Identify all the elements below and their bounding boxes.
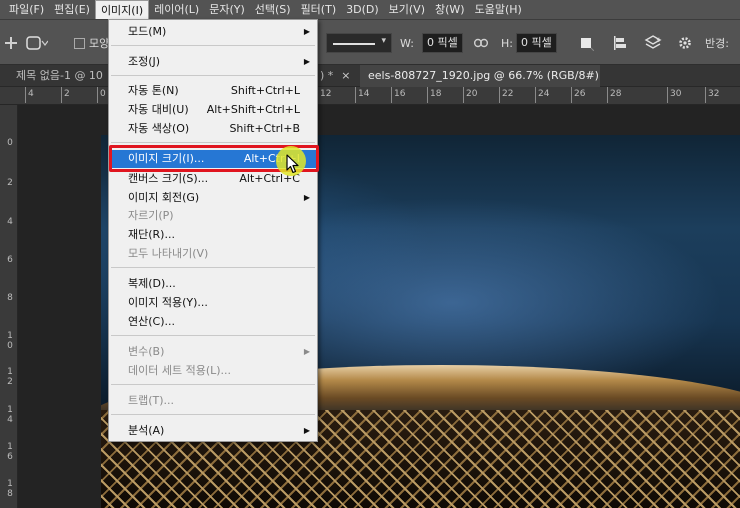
menu-type[interactable]: 문자(Y) [204, 0, 250, 19]
menu-item-image-size[interactable]: 이미지 크기(I)... Alt+Ctrl+I [109, 150, 317, 168]
menu-item-apply-image[interactable]: 이미지 적용(Y)... [109, 294, 317, 312]
menu-image[interactable]: 이미지(I) [94, 0, 150, 19]
ruler-tick: 28 [606, 87, 622, 103]
tab-title: ) * [320, 69, 334, 82]
menu-item-variables[interactable]: 변수(B) ▶ [109, 343, 317, 361]
ruler-tick: 8 [7, 293, 13, 303]
menu-item-adjustments[interactable]: 조정(J) ▶ [109, 53, 317, 71]
ruler-tick: 32 [704, 87, 720, 103]
close-icon[interactable]: × [341, 69, 350, 82]
height-field[interactable]: 0 픽셀 [516, 33, 557, 53]
menu-separator [111, 335, 315, 336]
width-field-wrap: 0 픽셀 [422, 20, 463, 66]
submenu-arrow-icon: ▶ [303, 193, 310, 202]
shape-option-checkbox[interactable]: 모양 [74, 20, 109, 66]
link-icon[interactable] [474, 20, 488, 66]
menu-item-auto-color[interactable]: 자동 색상(O) Shift+Ctrl+B [109, 120, 317, 138]
image-menu-dropdown: 모드(M) ▶ 조정(J) ▶ 자동 톤(N) Shift+Ctrl+L 자동 대비(… [108, 19, 318, 442]
menu-layer[interactable]: 레이어(L) [149, 0, 204, 19]
menu-item-auto-tone[interactable]: 자동 톤(N) Shift+Ctrl+L [109, 82, 317, 100]
menu-3d[interactable]: 3D(D) [341, 0, 384, 19]
menu-item-apply-data-set[interactable]: 데이터 세트 적용(L)... [109, 362, 317, 380]
ruler-tick: 24 [534, 87, 550, 103]
menu-item-image-rotation[interactable]: 이미지 회전(G) ▶ [109, 189, 317, 207]
menu-view[interactable]: 보기(V) [384, 0, 430, 19]
shortcut-label: Alt+Ctrl+C [239, 172, 300, 185]
submenu-arrow-icon: ▶ [303, 347, 310, 356]
shortcut-label: Alt+Shift+Ctrl+L [206, 103, 300, 116]
height-label: H: [501, 36, 513, 50]
menu-item-canvas-size[interactable]: 캔버스 크기(S)... Alt+Ctrl+C [109, 170, 317, 188]
width-field[interactable]: 0 픽셀 [422, 33, 463, 53]
stroke-style-dropdown[interactable]: ▾ [326, 20, 392, 66]
ruler-tick: 18 [7, 479, 13, 499]
menu-item-crop[interactable]: 자르기(P) [109, 207, 317, 225]
tab-untitled-1[interactable]: 제목 없음-1 @ 10 [8, 65, 112, 87]
path-alignment-icon[interactable] [612, 20, 628, 66]
menu-item-calculations[interactable]: 연산(C)... [109, 313, 317, 331]
ruler-tick: 0 [7, 138, 13, 148]
height-field-wrap: 0 픽셀 [516, 20, 557, 66]
ruler-tick: 12 [316, 87, 332, 103]
menu-edit[interactable]: 편집(E) [49, 0, 95, 19]
menu-separator [111, 142, 315, 143]
menu-bar: 파일(F) 편집(E) 이미지(I) 레이어(L) 문자(Y) 선택(S) 필터… [0, 0, 740, 19]
menu-help[interactable]: 도움말(H) [470, 0, 527, 19]
ruler-tick: 16 [390, 87, 406, 103]
ruler-tick: 14 [354, 87, 370, 103]
shortcut-label: Shift+Ctrl+B [229, 122, 300, 135]
menu-item-duplicate[interactable]: 복제(D)... [109, 275, 317, 293]
ruler-tick: 2 [61, 87, 70, 103]
tab-untitled-2[interactable]: ) * × [318, 65, 358, 87]
ruler-tick: 4 [25, 87, 34, 103]
width-label: W: [400, 36, 414, 50]
menu-separator [111, 414, 315, 415]
menu-item-mode[interactable]: 모드(M) ▶ [109, 23, 317, 41]
menu-item-trim[interactable]: 재단(R)... [109, 226, 317, 244]
tool-preset-icon[interactable] [4, 20, 18, 66]
ruler-tick: 30 [666, 87, 682, 103]
menu-separator [111, 384, 315, 385]
menu-separator [111, 45, 315, 46]
shape-fill-swatch[interactable] [26, 20, 48, 66]
ruler-tick: 20 [462, 87, 478, 103]
tab-title: 제목 없음-1 @ 10 [16, 69, 103, 82]
submenu-arrow-icon: ▶ [303, 426, 310, 435]
tab-title: eels-808727_1920.jpg @ 66.7% (RGB/8#) [368, 69, 599, 82]
shape-option-label: 모양 [89, 37, 110, 50]
ruler-tick: 2 [7, 178, 13, 188]
menu-select[interactable]: 선택(S) [250, 0, 296, 19]
ruler-tick: 14 [7, 405, 13, 425]
vertical-ruler[interactable]: 0 2 4 6 8 10 12 14 16 18 [0, 105, 18, 508]
ruler-tick: 16 [7, 442, 13, 462]
menu-separator [111, 267, 315, 268]
menu-file[interactable]: 파일(F) [4, 0, 49, 19]
menu-item-analysis[interactable]: 분석(A) ▶ [109, 422, 317, 440]
ruler-tick: 4 [7, 217, 13, 227]
gear-icon[interactable] [678, 20, 692, 66]
menu-item-reveal-all[interactable]: 모두 나타내기(V) [109, 245, 317, 263]
svg-text:+: + [656, 36, 662, 44]
ruler-tick: 18 [426, 87, 442, 103]
radius-label: 반경: [705, 37, 729, 50]
menu-window[interactable]: 창(W) [430, 0, 470, 19]
ruler-tick: 0 [97, 87, 106, 103]
shortcut-label: Shift+Ctrl+L [230, 84, 300, 97]
submenu-arrow-icon: ▶ [303, 57, 310, 66]
menu-item-auto-contrast[interactable]: 자동 대비(U) Alt+Shift+Ctrl+L [109, 101, 317, 119]
path-operations-icon[interactable] [578, 20, 594, 66]
ruler-tick: 6 [7, 255, 13, 265]
ruler-tick: 26 [570, 87, 586, 103]
submenu-arrow-icon: ▶ [303, 27, 310, 36]
menu-item-trap[interactable]: 트랩(T)... [109, 392, 317, 410]
ruler-tick: 10 [7, 331, 13, 351]
ruler-tick: 22 [498, 87, 514, 103]
path-arrangement-icon[interactable]: + [644, 20, 662, 66]
shortcut-label: Alt+Ctrl+I [243, 152, 300, 165]
menu-filter[interactable]: 필터(T) [296, 0, 342, 19]
tab-eels-image[interactable]: eels-808727_1920.jpg @ 66.7% (RGB/8#)× [360, 65, 600, 87]
ruler-tick: 12 [7, 367, 13, 387]
menu-separator [111, 75, 315, 76]
